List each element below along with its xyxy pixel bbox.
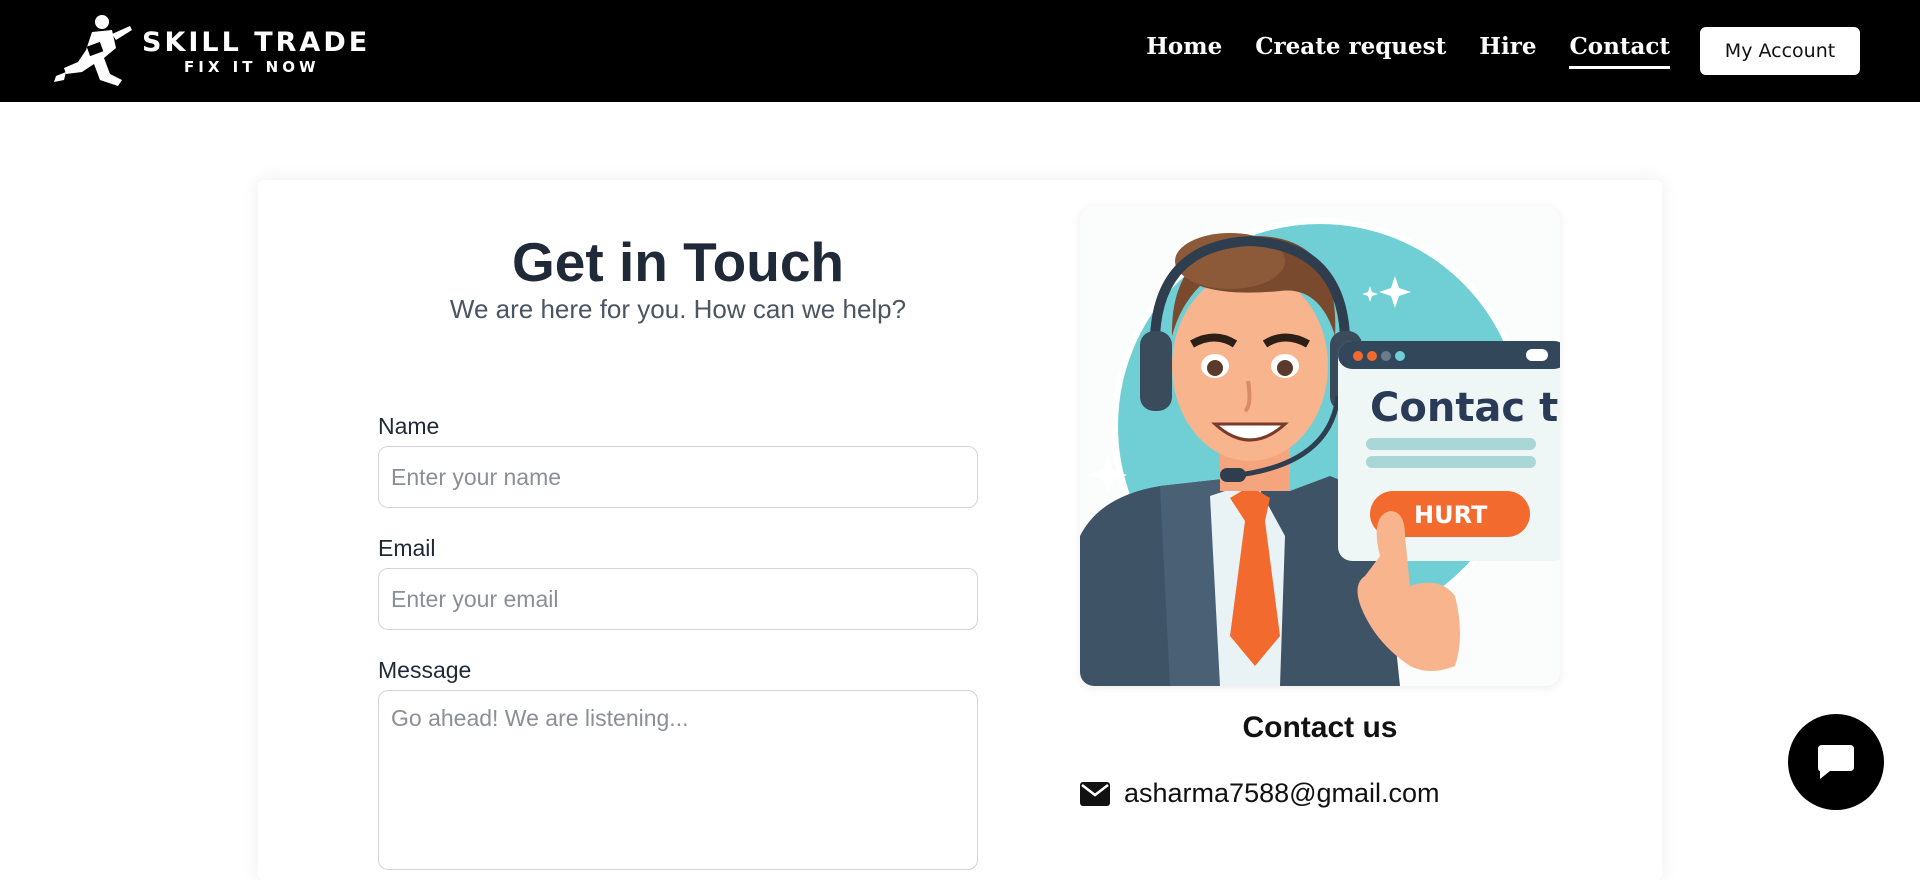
contact-email-row: asharma7588@gmail.com [1080,778,1440,809]
envelope-icon [1080,781,1110,806]
illustration-button-text: HURT [1414,501,1488,529]
contact-card: Get in Touch We are here for you. How ca… [258,180,1662,880]
logo[interactable]: SKILL TRADE FIX IT NOW [52,14,370,90]
logo-title: SKILL TRADE [142,27,371,58]
email-field-group: Email [378,535,978,630]
support-illustration: Contac t HURT [1080,206,1560,686]
page-title: Get in Touch [511,231,844,293]
main-nav: Home Create request Hire Contact [1146,0,1670,102]
chat-bubble-icon [1818,745,1854,779]
worker-logo-icon [54,15,132,86]
name-label: Name [378,413,440,439]
support-agent-image: Contac t HURT [1080,206,1560,686]
message-label: Message [378,657,472,683]
form-header: Get in Touch We are here for you. How ca… [378,230,978,325]
top-navbar: SKILL TRADE FIX IT NOW Home Create reque… [0,0,1920,102]
name-field-group: Name [378,413,978,508]
contact-us-heading: Contact us [1242,711,1398,744]
logo-tagline: FIX IT NOW [184,58,320,76]
name-input[interactable] [378,446,978,508]
message-field-group: Message [378,657,978,875]
nav-home[interactable]: Home [1146,33,1222,69]
message-textarea[interactable] [378,690,978,870]
email-label: Email [378,535,436,561]
nav-hire[interactable]: Hire [1479,33,1536,69]
nav-contact[interactable]: Contact [1569,33,1670,69]
nav-create-request[interactable]: Create request [1255,33,1446,69]
illustration-contact-text: Contac t [1370,385,1558,431]
page-subtitle: We are here for you. How can we help? [449,294,907,324]
email-input[interactable] [378,568,978,630]
contact-email[interactable]: asharma7588@gmail.com [1124,778,1440,809]
my-account-button[interactable]: My Account [1700,27,1860,75]
chat-button[interactable] [1788,714,1884,810]
